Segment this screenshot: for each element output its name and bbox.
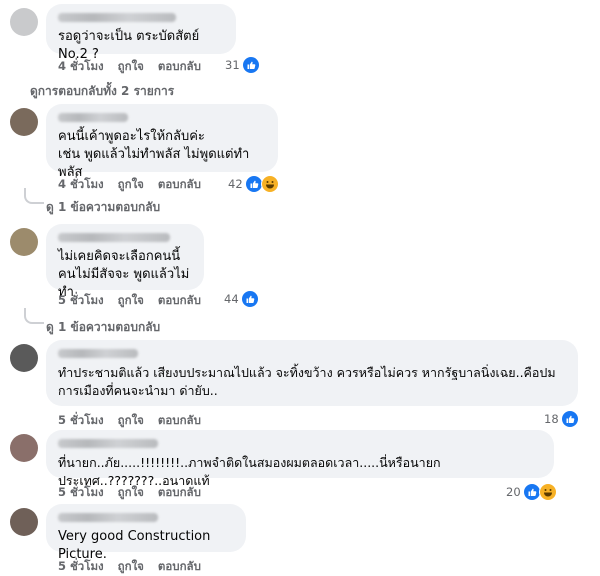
author-name-redacted[interactable] — [58, 439, 158, 448]
comment-bubble: รอดูว่าจะเป็น ตระบัดสัตย์ No.2 ? — [46, 4, 236, 62]
author-name-redacted[interactable] — [58, 233, 170, 242]
comment-actions: 5 ชั่วโมง ถูกใจ ตอบกลับ — [58, 412, 201, 430]
comment-text: ทำประชามติแล้ว เสียงบประมาณไปแล้ว จะทิ้ง… — [58, 365, 556, 398]
reaction-summary[interactable]: 44 — [224, 291, 258, 307]
comment-bubble: ทำประชามติแล้ว เสียงบประมาณไปแล้ว จะทิ้ง… — [46, 340, 578, 406]
haha-icon — [538, 483, 557, 501]
reaction-summary[interactable]: 42 — [228, 175, 279, 193]
reply-button[interactable]: ตอบกลับ — [158, 412, 201, 430]
view-replies-label: ดู 1 ข้อความตอบกลับ — [46, 320, 161, 334]
haha-icon — [260, 175, 279, 193]
author-name-redacted[interactable] — [58, 513, 158, 522]
reaction-summary[interactable]: 20 — [506, 483, 557, 501]
avatar[interactable] — [10, 434, 38, 462]
author-name-redacted[interactable] — [58, 13, 176, 22]
avatar[interactable] — [10, 8, 38, 36]
comment-time[interactable]: 5 ชั่วโมง — [58, 412, 104, 430]
view-replies-label: ดูการตอบกลับทั้ง 2 รายการ — [30, 84, 175, 98]
comment-actions: 5 ชั่วโมง ถูกใจ ตอบกลับ — [58, 484, 201, 502]
reply-button[interactable]: ตอบกลับ — [158, 292, 201, 310]
like-button[interactable]: ถูกใจ — [118, 292, 144, 310]
like-icon — [242, 57, 259, 73]
comment-actions: 5 ชั่วโมง ถูกใจ ตอบกลับ — [58, 292, 201, 310]
comment-time[interactable]: 5 ชั่วโมง — [58, 292, 104, 310]
comment-time[interactable]: 5 ชั่วโมง — [58, 558, 104, 576]
comment-time[interactable]: 4 ชั่วโมง — [58, 58, 104, 76]
avatar[interactable] — [10, 344, 38, 372]
avatar[interactable] — [10, 108, 38, 136]
view-replies-link[interactable]: ดูการตอบกลับทั้ง 2 รายการ — [30, 82, 174, 101]
reaction-count: 44 — [224, 292, 239, 306]
comment-text: คนนี้เค้าพูดอะไรให้กลับค่ะ เช่น พูดแล้วไ… — [58, 129, 250, 180]
like-button[interactable]: ถูกใจ — [118, 412, 144, 430]
reply-button[interactable]: ตอบกลับ — [158, 558, 201, 576]
comment-bubble: Very good Construction Picture. — [46, 504, 246, 562]
like-icon — [241, 291, 258, 307]
like-icon — [561, 411, 578, 427]
like-icon — [245, 176, 262, 192]
comment-actions: 5 ชั่วโมง ถูกใจ ตอบกลับ — [58, 558, 201, 576]
reply-button[interactable]: ตอบกลับ — [158, 58, 201, 76]
reaction-count: 31 — [225, 58, 240, 72]
reaction-count: 20 — [506, 485, 521, 499]
comment-actions: 4 ชั่วโมง ถูกใจ ตอบกลับ — [58, 176, 201, 194]
reaction-summary[interactable]: 31 — [225, 57, 259, 73]
like-button[interactable]: ถูกใจ — [118, 176, 144, 194]
comment-actions: 4 ชั่วโมง ถูกใจ ตอบกลับ — [58, 58, 201, 76]
view-replies-link[interactable]: ดู 1 ข้อความตอบกลับ — [46, 198, 160, 217]
author-name-redacted[interactable] — [58, 113, 128, 122]
like-button[interactable]: ถูกใจ — [118, 558, 144, 576]
reaction-count: 42 — [228, 177, 243, 191]
reply-button[interactable]: ตอบกลับ — [158, 484, 201, 502]
reply-thread-line — [24, 188, 44, 204]
view-replies-label: ดู 1 ข้อความตอบกลับ — [46, 200, 161, 214]
comment-time[interactable]: 5 ชั่วโมง — [58, 484, 104, 502]
view-replies-link[interactable]: ดู 1 ข้อความตอบกลับ — [46, 318, 160, 337]
comment-bubble: คนนี้เค้าพูดอะไรให้กลับค่ะ เช่น พูดแล้วไ… — [46, 104, 278, 180]
like-icon — [523, 484, 540, 500]
author-name-redacted[interactable] — [58, 349, 138, 358]
reply-button[interactable]: ตอบกลับ — [158, 176, 201, 194]
comment-bubble: ไม่เคยคิดจะเลือกคนนี้ คนไม่มีสัจจะ พูดแล… — [46, 224, 204, 300]
reaction-summary[interactable]: 18 — [544, 411, 578, 427]
like-button[interactable]: ถูกใจ — [118, 484, 144, 502]
reply-thread-line — [24, 308, 44, 324]
reaction-count: 18 — [544, 412, 559, 426]
comment-time[interactable]: 4 ชั่วโมง — [58, 176, 104, 194]
comment-bubble: ที่นายก..ภัย.....!!!!!!!!..ภาพจำติดในสมอ… — [46, 430, 554, 488]
avatar[interactable] — [10, 228, 38, 256]
like-button[interactable]: ถูกใจ — [118, 58, 144, 76]
avatar[interactable] — [10, 508, 38, 536]
